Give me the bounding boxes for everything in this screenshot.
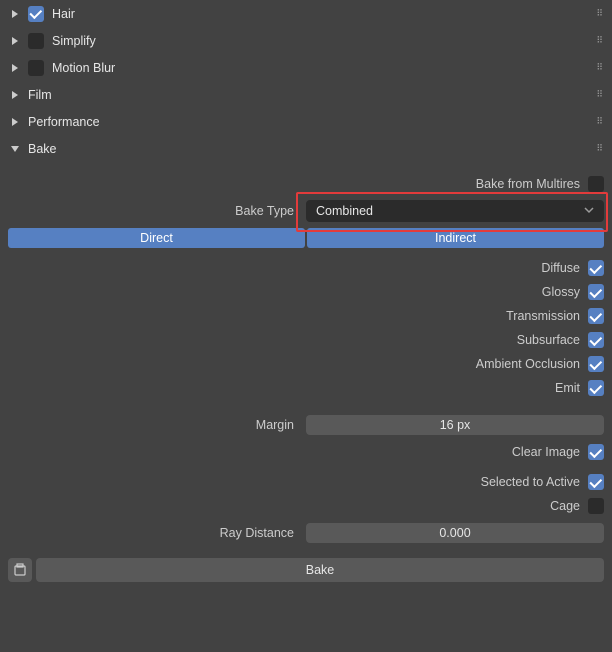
bake-panel: Bake from Multires Bake Type Combined Di…	[0, 162, 612, 592]
drag-grip-icon[interactable]: ⠿	[596, 35, 604, 46]
drag-grip-icon[interactable]: ⠿	[596, 8, 604, 19]
bake-type-value: Combined	[316, 204, 373, 218]
lighting-contribution-toggle: Direct Indirect	[8, 228, 604, 248]
pass-label: Ambient Occlusion	[476, 357, 580, 371]
section-simplify[interactable]: Simplify ⠿	[0, 27, 612, 54]
section-label: Hair	[52, 7, 75, 21]
section-label: Film	[28, 88, 52, 102]
pass-label: Glossy	[542, 285, 580, 299]
subsurface-checkbox[interactable]	[588, 332, 604, 348]
section-hair[interactable]: Hair ⠿	[0, 0, 612, 27]
drag-grip-icon[interactable]: ⠿	[596, 62, 604, 73]
selected-to-active-label: Selected to Active	[481, 475, 580, 489]
ray-distance-field[interactable]: 0.000	[306, 523, 604, 543]
section-motion-blur[interactable]: Motion Blur ⠿	[0, 54, 612, 81]
disclosure-triangle-icon	[10, 117, 20, 127]
direct-toggle[interactable]: Direct	[8, 228, 305, 248]
motion-blur-checkbox[interactable]	[28, 60, 44, 76]
disclosure-triangle-icon	[10, 9, 20, 19]
selected-to-active-checkbox[interactable]	[588, 474, 604, 490]
pass-label: Subsurface	[517, 333, 580, 347]
emit-checkbox[interactable]	[588, 380, 604, 396]
simplify-checkbox[interactable]	[28, 33, 44, 49]
cage-label: Cage	[550, 499, 580, 513]
hair-checkbox[interactable]	[28, 6, 44, 22]
disclosure-triangle-icon	[10, 90, 20, 100]
bake-type-label: Bake Type	[8, 204, 306, 218]
section-label: Motion Blur	[52, 61, 115, 75]
drag-grip-icon[interactable]: ⠿	[596, 116, 604, 127]
clear-image-label: Clear Image	[512, 445, 580, 459]
section-label: Simplify	[52, 34, 96, 48]
disclosure-triangle-icon	[10, 144, 20, 154]
ambient-occlusion-checkbox[interactable]	[588, 356, 604, 372]
clear-image-checkbox[interactable]	[588, 444, 604, 460]
bake-button[interactable]: Bake	[36, 558, 604, 582]
bake-from-multires-row: Bake from Multires	[8, 172, 604, 196]
pass-label: Emit	[555, 381, 580, 395]
chevron-down-icon	[584, 204, 594, 218]
bake-from-multires-label: Bake from Multires	[476, 177, 580, 191]
drag-grip-icon[interactable]: ⠿	[596, 143, 604, 154]
section-label: Performance	[28, 115, 100, 129]
glossy-checkbox[interactable]	[588, 284, 604, 300]
transmission-checkbox[interactable]	[588, 308, 604, 324]
margin-label: Margin	[8, 418, 306, 432]
cage-checkbox[interactable]	[588, 498, 604, 514]
section-film[interactable]: Film ⠿	[0, 81, 612, 108]
margin-field[interactable]: 16 px	[306, 415, 604, 435]
pass-label: Transmission	[506, 309, 580, 323]
pass-label: Diffuse	[541, 261, 580, 275]
section-bake[interactable]: Bake ⠿	[0, 135, 612, 162]
disclosure-triangle-icon	[10, 36, 20, 46]
diffuse-checkbox[interactable]	[588, 260, 604, 276]
section-label: Bake	[28, 142, 57, 156]
bake-type-dropdown[interactable]: Combined	[306, 200, 604, 222]
section-performance[interactable]: Performance ⠿	[0, 108, 612, 135]
bake-preset-button[interactable]	[8, 558, 32, 582]
bake-from-multires-checkbox[interactable]	[588, 176, 604, 192]
indirect-toggle[interactable]: Indirect	[307, 228, 604, 248]
bake-icon	[13, 563, 27, 577]
disclosure-triangle-icon	[10, 63, 20, 73]
drag-grip-icon[interactable]: ⠿	[596, 89, 604, 100]
ray-distance-label: Ray Distance	[8, 526, 306, 540]
